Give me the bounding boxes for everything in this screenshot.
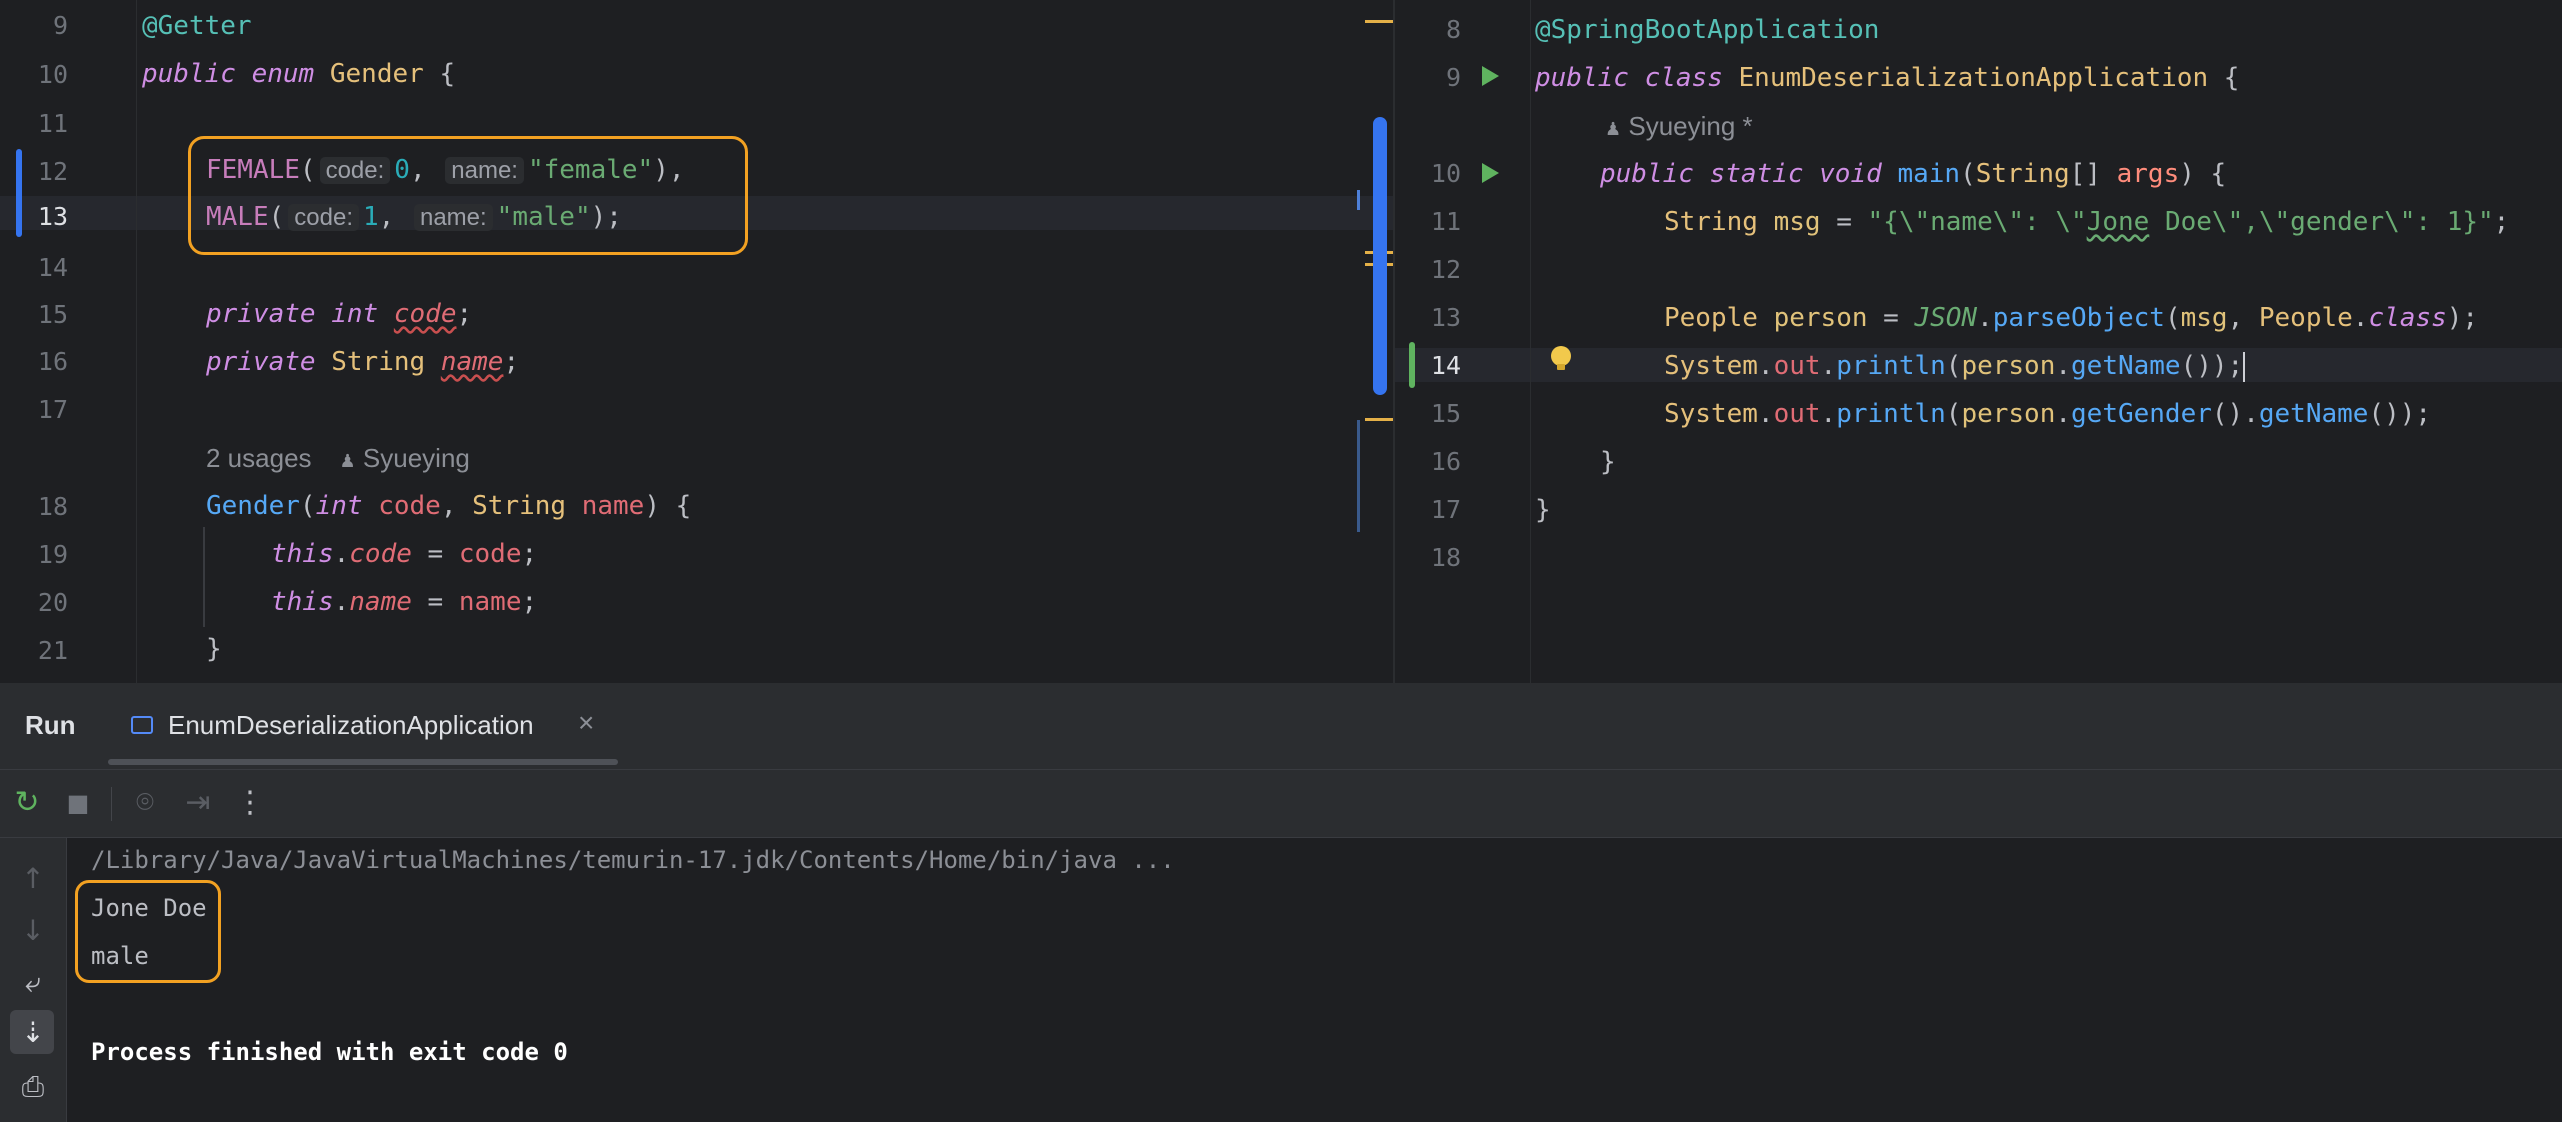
console-side-toolbar: ↑ ↓ ⤶ ⇣ ⎙ bbox=[0, 838, 67, 1122]
line-number: 9 bbox=[1445, 63, 1461, 92]
warning-marker[interactable] bbox=[1365, 20, 1393, 23]
person-icon: ♟ bbox=[339, 451, 356, 471]
run-tool-window[interactable]: Run EnumDeserializationApplication × ↻ ■… bbox=[0, 683, 2562, 1122]
scroll-marker bbox=[1357, 420, 1360, 532]
code-line-14[interactable]: System.out.println(person.getName()); bbox=[1664, 349, 2246, 383]
console-command-line: /Library/Java/JavaVirtualMachines/temuri… bbox=[91, 846, 1175, 874]
run-title: Run bbox=[25, 710, 76, 740]
down-arrow-icon[interactable]: ↓ bbox=[16, 914, 50, 947]
line-number: 18 bbox=[1430, 543, 1461, 572]
line-number-current: 14 bbox=[1430, 351, 1461, 380]
code-line-16[interactable]: } bbox=[1600, 445, 1616, 479]
line-number: 10 bbox=[1430, 159, 1461, 188]
toolbar-separator bbox=[111, 787, 112, 821]
code-line-21[interactable]: } bbox=[206, 632, 222, 666]
code-line-20[interactable]: this.name = name; bbox=[271, 585, 537, 619]
line-number: 12 bbox=[1430, 255, 1461, 284]
run-toolbar: ↻ ■ ⌾ ⇥ ⋮ bbox=[0, 771, 2562, 838]
author-inlay[interactable]: ♟ Syueying * bbox=[1605, 109, 1753, 146]
gutter-separator bbox=[136, 0, 137, 683]
up-arrow-icon[interactable]: ↑ bbox=[16, 862, 50, 895]
line-number: 16 bbox=[1430, 447, 1461, 476]
code-line-17[interactable]: } bbox=[1535, 493, 1551, 527]
line-number: 9 bbox=[52, 11, 68, 40]
warning-marker[interactable] bbox=[1365, 418, 1393, 421]
right-editor-pane[interactable]: 8 9 10 11 12 13 14 15 16 17 18 @SpringBo… bbox=[1395, 0, 2562, 683]
line-number: 12 bbox=[37, 157, 68, 186]
scroll-to-end-icon[interactable]: ⇣ bbox=[16, 1016, 50, 1049]
close-tab-icon[interactable]: × bbox=[578, 707, 594, 739]
indent-guide bbox=[203, 527, 205, 627]
code-line-9[interactable]: public class EnumDeserializationApplicat… bbox=[1535, 61, 2239, 95]
camera-icon[interactable]: ⌾ bbox=[128, 785, 162, 820]
code-line-18[interactable]: Gender(int code, String name) { bbox=[206, 489, 691, 523]
run-class-icon[interactable] bbox=[1482, 66, 1499, 86]
line-number: 13 bbox=[1430, 303, 1461, 332]
exit-icon[interactable]: ⇥ bbox=[181, 785, 215, 820]
code-line-16[interactable]: private String name; bbox=[206, 345, 519, 379]
soft-wrap-icon[interactable]: ⤶ bbox=[16, 966, 50, 1000]
lightbulb-icon[interactable] bbox=[1551, 346, 1571, 370]
line-number: 16 bbox=[37, 347, 68, 376]
code-line-13[interactable]: People person = JSON.parseObject(msg, Pe… bbox=[1664, 301, 2478, 335]
more-options-icon[interactable]: ⋮ bbox=[233, 785, 267, 820]
output-highlight bbox=[75, 880, 221, 983]
code-line-9[interactable]: @Getter bbox=[142, 9, 252, 43]
console-exit-message: Process finished with exit code 0 bbox=[91, 1038, 568, 1066]
person-icon: ♟ bbox=[1605, 119, 1622, 139]
code-line-15[interactable]: private int code; bbox=[206, 297, 472, 331]
scroll-marker bbox=[1357, 190, 1360, 210]
line-number: 15 bbox=[37, 300, 68, 329]
code-line-8[interactable]: @SpringBootApplication bbox=[1535, 13, 1879, 47]
code-line-10[interactable]: public enum Gender { bbox=[142, 57, 455, 91]
left-editor-pane[interactable]: 9 10 11 12 13 14 15 16 17 18 19 20 21 @G… bbox=[0, 0, 1393, 683]
code-line-10[interactable]: public static void main(String[] args) { bbox=[1600, 157, 2226, 191]
line-number: 21 bbox=[37, 636, 68, 665]
line-number: 19 bbox=[37, 540, 68, 569]
line-number: 10 bbox=[37, 60, 68, 89]
line-number: 11 bbox=[1430, 207, 1461, 236]
line-number: 14 bbox=[37, 253, 68, 282]
active-tab-indicator bbox=[108, 759, 618, 765]
stop-icon[interactable]: ■ bbox=[64, 789, 92, 817]
code-line-11[interactable]: String msg = "{\"name\": \"Jone Doe\",\"… bbox=[1664, 205, 2509, 239]
code-line-19[interactable]: this.code = code; bbox=[271, 537, 537, 571]
enum-constants-highlight bbox=[188, 136, 748, 255]
code-line-15[interactable]: System.out.println(person.getGender().ge… bbox=[1664, 397, 2431, 431]
line-number: 11 bbox=[37, 109, 68, 138]
run-tool-header: Run EnumDeserializationApplication × bbox=[0, 683, 2562, 770]
run-main-icon[interactable] bbox=[1482, 163, 1499, 183]
console-output[interactable]: /Library/Java/JavaVirtualMachines/temuri… bbox=[67, 838, 2562, 1122]
line-number: 17 bbox=[37, 395, 68, 424]
line-number: 20 bbox=[37, 588, 68, 617]
line-number: 17 bbox=[1430, 495, 1461, 524]
console-tab-icon bbox=[131, 716, 153, 734]
gutter-separator bbox=[1530, 0, 1531, 683]
text-caret bbox=[2243, 351, 2246, 382]
line-number: 8 bbox=[1445, 15, 1461, 44]
vertical-scrollbar-thumb[interactable] bbox=[1373, 117, 1387, 395]
rerun-icon[interactable]: ↻ bbox=[10, 785, 44, 820]
tab-enum-deserialization-application[interactable]: EnumDeserializationApplication bbox=[168, 710, 534, 741]
line-number-current: 13 bbox=[37, 202, 68, 231]
line-number: 15 bbox=[1430, 399, 1461, 428]
print-icon[interactable]: ⎙ bbox=[16, 1070, 50, 1104]
usages-inlay[interactable]: 2 usages ♟ Syueying bbox=[206, 441, 470, 478]
line-number: 18 bbox=[37, 492, 68, 521]
